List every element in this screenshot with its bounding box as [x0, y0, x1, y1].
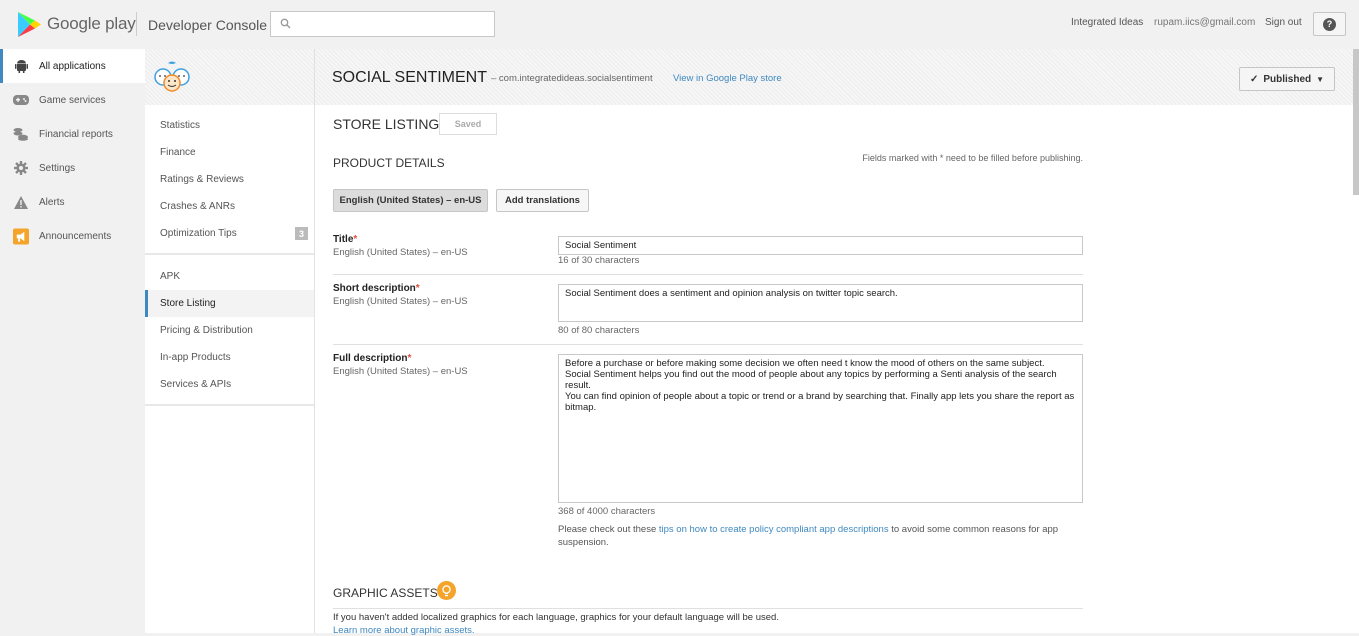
learn-graphic-assets-link[interactable]: Learn more about graphic assets.	[333, 625, 475, 636]
header-divider	[136, 12, 137, 36]
gear-icon	[13, 161, 29, 175]
subnav-store-listing[interactable]: Store Listing	[145, 290, 314, 317]
subnav-ratings-reviews[interactable]: Ratings & Reviews	[145, 166, 314, 193]
subnav-apk[interactable]: APK	[145, 263, 314, 290]
app-package: – com.integratedideas.socialsentiment	[491, 73, 653, 84]
full-description-label: Full description*	[333, 353, 412, 364]
title-label: Title*	[333, 234, 358, 245]
full-description-char-count: 368 of 4000 characters	[558, 506, 656, 517]
nav-all-applications[interactable]: All applications	[0, 49, 145, 83]
status-label: Published	[1263, 73, 1312, 85]
nav-alerts[interactable]: Alerts	[0, 185, 145, 219]
coins-icon	[13, 127, 29, 141]
subnav-finance[interactable]: Finance	[145, 139, 314, 166]
nav-label: Game services	[39, 94, 106, 106]
product-details-heading: PRODUCT DETAILS	[333, 156, 445, 170]
page-title: STORE LISTING	[333, 116, 440, 132]
nav-settings[interactable]: Settings	[0, 151, 145, 185]
android-icon	[13, 59, 29, 73]
warning-icon	[13, 195, 29, 209]
store-listing-main: STORE LISTING Saved PRODUCT DETAILS Fiel…	[333, 105, 1359, 636]
tips-count-badge: 3	[295, 227, 308, 240]
help-button[interactable]: ?	[1313, 12, 1346, 36]
account-name[interactable]: Integrated Ideas	[1071, 17, 1143, 28]
nav-game-services[interactable]: Game services	[0, 83, 145, 117]
console-name[interactable]: Developer Console	[148, 17, 267, 33]
lightbulb-icon[interactable]	[437, 581, 456, 600]
policy-tips-link[interactable]: tips on how to create policy compliant a…	[659, 524, 889, 535]
app-panel: SOCIAL SENTIMENT – com.integratedideas.s…	[145, 49, 1359, 636]
nav-label: All applications	[39, 60, 106, 72]
nav-announcements[interactable]: Announcements	[0, 219, 145, 253]
policy-note: Please check out these tips on how to cr…	[558, 524, 1059, 548]
brand-name[interactable]: Google play	[47, 14, 136, 34]
title-field-row: Title* English (United States) – en-US S…	[333, 234, 1083, 275]
subnav-label: Optimization Tips	[160, 228, 237, 239]
short-description-label: Short description*	[333, 283, 420, 294]
nav-financial-reports[interactable]: Financial reports	[0, 117, 145, 151]
full-description-line: Before a purchase or before making some …	[565, 358, 1045, 369]
subnav-in-app-products[interactable]: In-app Products	[145, 344, 314, 371]
nav-label: Financial reports	[39, 128, 113, 140]
dropdown-arrow-icon: ▼	[1316, 74, 1325, 84]
subnav-crashes-anrs[interactable]: Crashes & ANRs	[145, 193, 314, 220]
add-translations-button[interactable]: Add translations	[496, 189, 589, 212]
search-icon	[280, 18, 291, 32]
gamepad-icon	[13, 93, 29, 107]
short-description-row: Short description* English (United State…	[333, 283, 1083, 345]
sign-out-link[interactable]: Sign out	[1265, 17, 1302, 28]
subnav-group-publish: APK Store Listing Pricing & Distribution…	[145, 255, 314, 406]
help-icon: ?	[1323, 17, 1336, 31]
title-input[interactable]: Social Sentiment	[558, 236, 1083, 255]
subnav-group-stats: Statistics Finance Ratings & Reviews Cra…	[145, 105, 314, 255]
subnav-statistics[interactable]: Statistics	[145, 112, 314, 139]
graphic-assets-heading: GRAPHIC ASSETS	[333, 586, 438, 600]
google-play-logo-icon[interactable]	[16, 11, 42, 38]
view-in-play-store-link[interactable]: View in Google Play store	[673, 73, 782, 84]
subnav-services-apis[interactable]: Services & APIs	[145, 371, 314, 398]
short-description-char-count: 80 of 80 characters	[558, 325, 640, 336]
full-description-line: You can find opinion of people about a t…	[565, 391, 1075, 413]
page-scrollbar[interactable]	[1353, 49, 1359, 195]
language-en-us-button[interactable]: English (United States) – en-US	[333, 189, 488, 212]
published-status-button[interactable]: ✓ Published ▼	[1239, 67, 1335, 91]
app-icon-area	[145, 49, 315, 105]
subnav-optimization-tips[interactable]: Optimization Tips 3	[145, 220, 314, 247]
top-bar: Google play Developer Console Integrated…	[0, 0, 1359, 49]
nav-label: Settings	[39, 162, 76, 174]
full-description-row: Full description* English (United States…	[333, 353, 1083, 609]
graphic-assets-note: If you haven't added localized graphics …	[333, 612, 779, 623]
check-icon: ✓	[1249, 73, 1259, 85]
account-email[interactable]: rupam.iics@gmail.com	[1154, 17, 1255, 28]
app-subnav: Statistics Finance Ratings & Reviews Cra…	[145, 105, 315, 633]
nav-label: Alerts	[39, 196, 65, 208]
full-description-line: Social Sentiment helps you find out the …	[565, 369, 1057, 391]
saved-button[interactable]: Saved	[439, 113, 497, 135]
subnav-pricing-distribution[interactable]: Pricing & Distribution	[145, 317, 314, 344]
full-description-language: English (United States) – en-US	[333, 366, 468, 377]
app-icon[interactable]	[152, 57, 192, 97]
app-title: SOCIAL SENTIMENT	[332, 69, 487, 86]
megaphone-icon	[13, 228, 29, 244]
title-char-count: 16 of 30 characters	[558, 255, 640, 266]
nav-label: Announcements	[39, 230, 112, 242]
left-nav: All applications Game services Financial…	[0, 49, 145, 633]
title-language: English (United States) – en-US	[333, 247, 468, 258]
search-input[interactable]	[270, 11, 495, 37]
full-description-textarea[interactable]: Before a purchase or before making some …	[558, 354, 1083, 503]
required-fields-note: Fields marked with * need to be filled b…	[862, 153, 1083, 163]
short-description-language: English (United States) – en-US	[333, 296, 468, 307]
short-description-input[interactable]: Social Sentiment does a sentiment and op…	[558, 284, 1083, 322]
